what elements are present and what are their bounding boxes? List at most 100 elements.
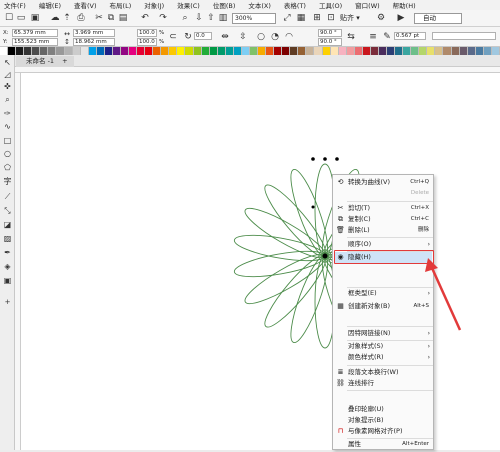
selection-handle[interactable] xyxy=(335,157,339,161)
menu-item-overprint-outline[interactable]: 叠印轮廓(U) xyxy=(333,404,433,415)
palette-swatch[interactable] xyxy=(451,47,460,55)
save-icon[interactable]: ▣ xyxy=(30,13,40,23)
palette-swatch[interactable] xyxy=(403,47,412,55)
pdf-icon[interactable]: ▥ xyxy=(218,13,228,23)
palette-swatch[interactable] xyxy=(387,47,396,55)
palette-swatch[interactable] xyxy=(282,47,291,55)
palette-swatch[interactable] xyxy=(137,47,146,55)
palette-swatch[interactable] xyxy=(104,47,113,55)
connector-tool-icon[interactable]: ⤡ xyxy=(2,205,13,216)
zoom-tool-icon[interactable]: ⌕ xyxy=(2,94,13,105)
palette-swatch[interactable] xyxy=(467,47,476,55)
palette-swatch[interactable] xyxy=(346,47,355,55)
palette-swatch[interactable] xyxy=(266,47,275,55)
palette-swatch[interactable] xyxy=(354,47,363,55)
new-document-icon[interactable]: ☐ xyxy=(4,13,14,23)
pick-tool-icon[interactable]: ↖ xyxy=(2,57,13,68)
palette-swatch[interactable] xyxy=(411,47,420,55)
menu-item-link-line[interactable]: ⛓ 连线排行 xyxy=(333,378,433,389)
drop-shadow-icon[interactable]: ◪ xyxy=(2,219,13,230)
menu-object[interactable]: 对象(J) xyxy=(144,0,164,10)
print-icon[interactable]: ⎙ xyxy=(76,13,86,23)
end-angle-field[interactable]: 90.0 ° xyxy=(318,38,342,46)
palette-swatch[interactable] xyxy=(475,47,484,55)
cloud-icon[interactable]: ☁ xyxy=(50,13,60,23)
rotation-field[interactable]: 0.0 xyxy=(194,32,212,40)
palette-swatch[interactable] xyxy=(40,47,49,55)
menu-effects[interactable]: 效果(C) xyxy=(177,0,200,10)
menu-item-cut[interactable]: ✂ 剪切(T) Ctrl+X xyxy=(333,203,433,214)
palette-swatch[interactable] xyxy=(177,47,186,55)
arc-icon[interactable]: ◠ xyxy=(284,32,294,42)
menu-file[interactable]: 文件(F) xyxy=(4,0,26,10)
menu-layout[interactable]: 布局(L) xyxy=(110,0,132,10)
lock-ratio-icon[interactable]: ⊂ xyxy=(168,32,178,42)
smart-fill-icon[interactable]: ▣ xyxy=(2,275,13,286)
palette-swatch[interactable] xyxy=(80,47,89,55)
line-style-field[interactable] xyxy=(432,32,496,40)
rectangle-tool-icon[interactable]: □ xyxy=(2,135,13,146)
freehand-tool-icon[interactable]: ✑ xyxy=(2,108,13,119)
menu-item-frame-type[interactable]: 框类型(E) › xyxy=(333,288,433,299)
selection-handle[interactable] xyxy=(311,205,315,209)
palette-swatch[interactable] xyxy=(298,47,307,55)
shape-tool-icon[interactable]: ◿ xyxy=(2,69,13,80)
scale-x-field[interactable]: 100.0 xyxy=(137,29,157,37)
auto-dropdown[interactable]: 自动 xyxy=(414,13,462,24)
palette-swatch[interactable] xyxy=(8,47,17,55)
menu-tools[interactable]: 工具(O) xyxy=(319,0,342,10)
zoom-level-select[interactable]: 300% xyxy=(232,13,276,24)
palette-swatch[interactable] xyxy=(96,47,105,55)
search-icon[interactable]: ⌕ xyxy=(180,13,190,23)
rulers-icon[interactable]: ⊞ xyxy=(312,13,322,23)
parallel-dimension-icon[interactable]: ⟋ xyxy=(2,191,13,202)
start-angle-field[interactable]: 90.0 ° xyxy=(318,29,342,37)
menu-item-wrap-paragraph[interactable]: ≣ 段落文本换行(W) xyxy=(333,367,433,378)
palette-swatch[interactable] xyxy=(435,47,444,55)
snap-icon[interactable]: ⊡ xyxy=(326,13,336,23)
y-position-field[interactable]: 155.523 mm xyxy=(12,38,58,46)
scale-y-field[interactable]: 100.0 xyxy=(137,38,157,46)
polygon-tool-icon[interactable]: ⬠ xyxy=(2,162,13,173)
palette-swatch[interactable] xyxy=(322,47,331,55)
palette-swatch[interactable] xyxy=(0,47,9,55)
full-screen-icon[interactable]: ⤢ xyxy=(282,13,292,23)
palette-swatch[interactable] xyxy=(48,47,57,55)
flower-petal[interactable] xyxy=(233,230,327,266)
palette-swatch[interactable] xyxy=(145,47,154,55)
palette-swatch[interactable] xyxy=(419,47,428,55)
palette-swatch[interactable] xyxy=(64,47,73,55)
palette-swatch[interactable] xyxy=(88,47,97,55)
direction-icon[interactable]: ⇆ xyxy=(346,32,356,42)
palette-swatch[interactable] xyxy=(153,47,162,55)
palette-swatch[interactable] xyxy=(225,47,234,55)
palette-swatch[interactable] xyxy=(233,47,242,55)
copy-icon[interactable]: ⧉ xyxy=(106,13,116,23)
width-field[interactable]: 3.969 mm xyxy=(73,29,115,37)
grid-icon[interactable]: ▦ xyxy=(296,13,306,23)
open-folder-icon[interactable]: ▭ xyxy=(16,13,26,23)
menu-item-align-pixel-grid[interactable]: ⊓ 与像素网格对齐(P) xyxy=(333,426,433,437)
menu-edit[interactable]: 编辑(E) xyxy=(39,0,61,10)
palette-swatch[interactable] xyxy=(16,47,25,55)
palette-swatch[interactable] xyxy=(185,47,194,55)
center-handle[interactable] xyxy=(322,253,328,259)
interactive-fill-icon[interactable]: ◈ xyxy=(2,261,13,272)
menu-item-delete[interactable]: 🗑 删除(L) 删除 xyxy=(333,225,433,236)
palette-swatch[interactable] xyxy=(193,47,202,55)
mirror-vertical-icon[interactable]: ⇳ xyxy=(238,32,248,42)
document-tab[interactable]: 未命名 -1 + xyxy=(16,56,74,67)
mirror-horizontal-icon[interactable]: ⇹ xyxy=(220,32,230,42)
palette-swatch[interactable] xyxy=(290,47,299,55)
launch-icon[interactable]: ▶ xyxy=(396,13,406,23)
menu-text[interactable]: 文本(X) xyxy=(248,0,271,10)
settings-gear-icon[interactable]: ⚙ xyxy=(376,13,386,23)
menu-item-copy[interactable]: ⧉ 复制(C) Ctrl+C xyxy=(333,214,433,225)
palette-swatch[interactable] xyxy=(483,47,492,55)
palette-swatch[interactable] xyxy=(370,47,379,55)
palette-swatch[interactable] xyxy=(209,47,218,55)
x-position-field[interactable]: 65.379 mm xyxy=(12,29,58,37)
palette-swatch[interactable] xyxy=(314,47,323,55)
menu-item-convert-to-curves[interactable]: ⟲ 转换为曲线(V) Ctrl+Q xyxy=(333,177,433,188)
palette-swatch[interactable] xyxy=(491,47,500,55)
